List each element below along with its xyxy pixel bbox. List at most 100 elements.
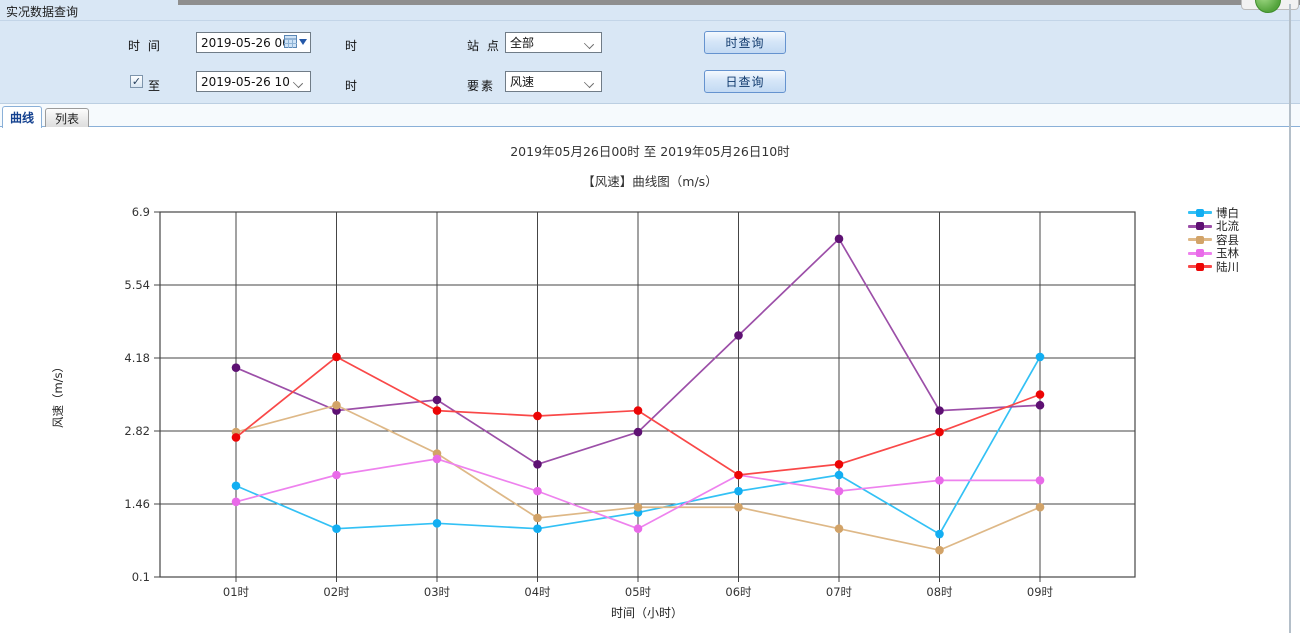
tab-list[interactable]: 列表 xyxy=(45,108,89,127)
series-point-2 xyxy=(332,401,341,410)
element-label: 要素 xyxy=(467,77,495,94)
series-point-0 xyxy=(734,487,743,496)
station-select[interactable]: 全部 xyxy=(505,32,602,53)
legend-dot-icon xyxy=(1196,222,1204,230)
legend-item-0: 博白 xyxy=(1188,206,1239,220)
series-point-1 xyxy=(1036,401,1045,410)
end-time-input[interactable]: 2019-05-26 10 xyxy=(196,71,311,92)
y-tick-label: 1.46 xyxy=(124,497,150,511)
legend-dot-icon xyxy=(1196,263,1204,271)
series-point-0 xyxy=(1036,353,1045,362)
series-point-0 xyxy=(935,530,944,539)
series-point-4 xyxy=(935,428,944,437)
series-point-3 xyxy=(634,524,643,533)
station-label: 站 点 xyxy=(467,37,501,54)
series-point-1 xyxy=(734,331,743,340)
tab-curve[interactable]: 曲线 xyxy=(2,106,42,128)
series-point-3 xyxy=(1036,476,1045,485)
series-point-2 xyxy=(835,524,844,533)
x-tick-label: 04时 xyxy=(524,585,551,599)
series-point-2 xyxy=(734,503,743,512)
series-point-1 xyxy=(433,396,442,405)
series-point-4 xyxy=(634,406,643,415)
series-point-2 xyxy=(1036,503,1045,512)
window-right-border xyxy=(1289,4,1291,633)
series-point-3 xyxy=(935,476,944,485)
top-window-strip xyxy=(178,0,1300,5)
chart-svg: 6.9 5.54 4.18 2.82 1.46 0.1 01时 02时 03时 04时 05时 06时… xyxy=(0,192,1300,633)
legend-marker-icon xyxy=(1188,225,1212,228)
chart-legend: 博白北流容县玉林陆川 xyxy=(1188,206,1239,274)
series-point-0 xyxy=(835,471,844,480)
series-point-4 xyxy=(734,471,743,480)
legend-label: 北流 xyxy=(1216,220,1239,232)
element-select[interactable]: 风速 xyxy=(505,71,602,92)
x-tick-label: 02时 xyxy=(323,585,350,599)
chevron-down-icon xyxy=(584,39,594,49)
legend-dot-icon xyxy=(1196,236,1204,244)
hour-suffix: 时 xyxy=(345,37,359,54)
legend-item-3: 玉林 xyxy=(1188,247,1239,261)
legend-item-2: 容县 xyxy=(1188,233,1239,247)
legend-item-4: 陆川 xyxy=(1188,260,1239,274)
station-value: 全部 xyxy=(510,34,534,51)
legend-label: 陆川 xyxy=(1216,261,1239,273)
y-tick-label: 2.82 xyxy=(124,424,150,438)
y-tick-label: 4.18 xyxy=(124,351,150,365)
x-tick-label: 01时 xyxy=(223,585,250,599)
day-query-button[interactable]: 日查询 xyxy=(704,70,786,93)
series-point-0 xyxy=(433,519,442,528)
start-time-input[interactable]: 2019-05-26 00 xyxy=(196,32,311,53)
y-axis-label: 风速（m/s） xyxy=(51,361,65,428)
series-point-2 xyxy=(533,514,542,523)
green-status-button[interactable] xyxy=(1255,0,1281,13)
to-label: 至 xyxy=(148,77,162,94)
window-tab-label: 实况数据查询 xyxy=(6,5,78,19)
x-tick-label: 03时 xyxy=(424,585,451,599)
plot-border xyxy=(160,212,1135,577)
series-point-4 xyxy=(332,353,341,362)
series-point-0 xyxy=(332,524,341,533)
legend-item-1: 北流 xyxy=(1188,220,1239,234)
query-panel: 实况数据查询 时 间 2019-05-26 00 时 站 点 全部 时查询 xyxy=(0,0,1300,104)
tab-strip-divider xyxy=(0,20,1300,21)
x-tick-label: 05时 xyxy=(625,585,652,599)
x-tick-label: 08时 xyxy=(926,585,953,599)
window-tab-realtime-data-query[interactable]: 实况数据查询 xyxy=(0,0,178,20)
series-point-4 xyxy=(232,433,241,442)
series-point-4 xyxy=(835,460,844,469)
x-axis-label: 时间（小时） xyxy=(611,606,683,620)
y-tick-label: 6.9 xyxy=(132,205,150,219)
x-tick-label: 06时 xyxy=(725,585,752,599)
hour-query-button[interactable]: 时查询 xyxy=(704,31,786,54)
series-point-3 xyxy=(332,471,341,480)
chevron-down-icon xyxy=(584,78,594,88)
chart-title: 2019年05月26日00时 至 2019年05月26日10时 xyxy=(0,141,1300,160)
chart-subtitle: 【风速】曲线图（m/s） xyxy=(0,171,1300,190)
element-value: 风速 xyxy=(510,73,534,90)
legend-label: 容县 xyxy=(1216,234,1239,246)
calendar-icon[interactable] xyxy=(284,35,297,48)
y-tick-label: 0.1 xyxy=(132,570,150,584)
series-point-4 xyxy=(433,406,442,415)
series-point-2 xyxy=(634,503,643,512)
series-point-3 xyxy=(533,487,542,496)
start-time-value: 2019-05-26 00 xyxy=(201,36,290,50)
series-point-1 xyxy=(634,428,643,437)
y-tick-label: 5.54 xyxy=(124,278,150,292)
view-tabbar: 曲线 列表 xyxy=(0,104,1300,127)
series-point-4 xyxy=(1036,390,1045,399)
series-point-3 xyxy=(433,455,442,464)
app-window: 实况数据查询 时 间 2019-05-26 00 时 站 点 全部 时查询 xyxy=(0,0,1300,633)
series-point-1 xyxy=(935,406,944,415)
date-dropdown-arrow-icon[interactable] xyxy=(299,39,307,45)
series-point-3 xyxy=(835,487,844,496)
hour-suffix: 时 xyxy=(345,77,359,94)
legend-dot-icon xyxy=(1196,209,1204,217)
to-checkbox[interactable]: ✓ xyxy=(130,75,143,88)
legend-label: 玉林 xyxy=(1216,247,1239,259)
legend-marker-icon xyxy=(1188,211,1212,214)
series-point-0 xyxy=(232,481,241,490)
series-point-0 xyxy=(533,524,542,533)
legend-marker-icon xyxy=(1188,265,1212,268)
